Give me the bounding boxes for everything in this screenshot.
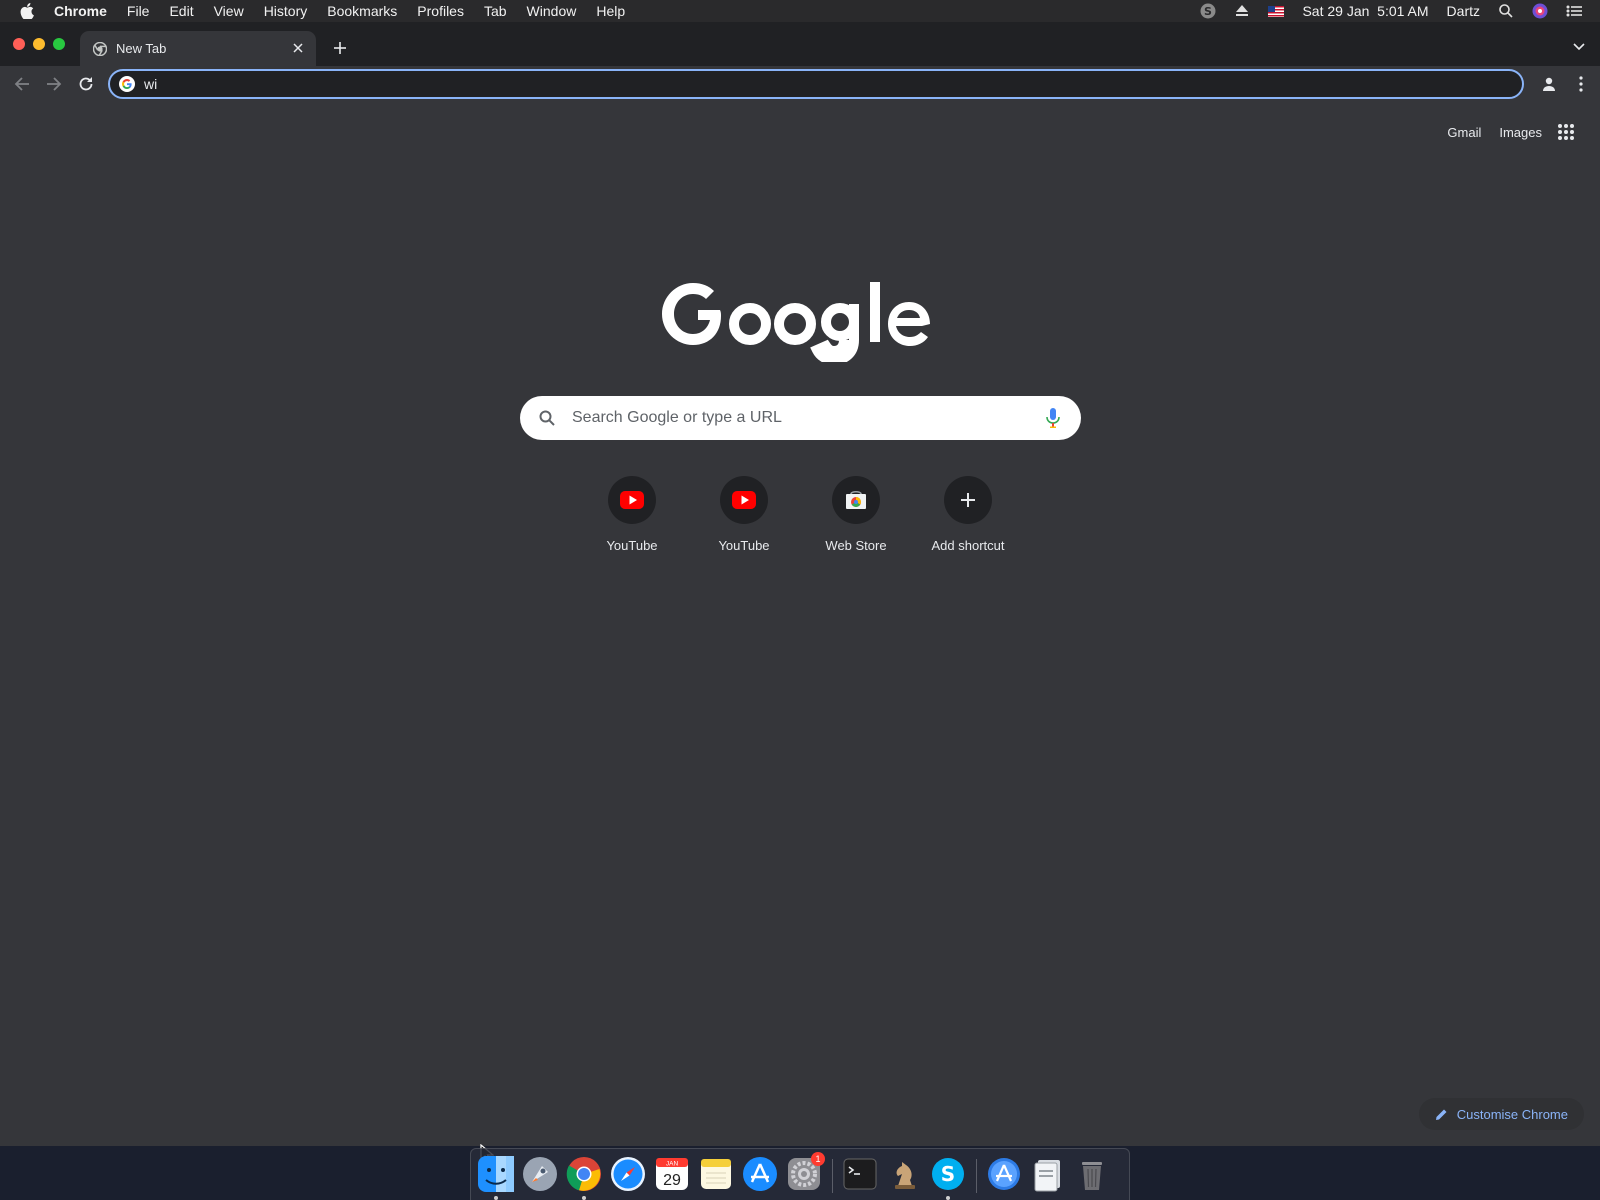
window-zoom-button[interactable] — [53, 38, 65, 50]
forward-arrow-icon[interactable] — [43, 73, 65, 95]
ntp-search-input[interactable] — [572, 396, 1012, 440]
menu-file[interactable]: File — [127, 3, 150, 19]
address-bar-input[interactable] — [144, 76, 1444, 92]
macos-menu-bar: Chrome File Edit View History Bookmarks … — [0, 0, 1600, 22]
window-close-button[interactable] — [13, 38, 25, 50]
chrome-running-dot — [582, 1196, 586, 1200]
browser-toolbar — [0, 66, 1600, 102]
shortcut-tile-web-store[interactable]: Web Store — [800, 462, 912, 562]
profile-avatar-icon[interactable] — [1538, 73, 1560, 95]
us-flag-input-icon[interactable] — [1268, 3, 1285, 19]
search-icon — [538, 409, 556, 427]
plus-icon — [944, 476, 992, 524]
launchpad-icon[interactable] — [521, 1154, 559, 1194]
siri-icon[interactable] — [1532, 3, 1548, 19]
trash-icon[interactable] — [1073, 1154, 1111, 1194]
reload-icon[interactable] — [75, 73, 97, 95]
google-logo — [662, 282, 930, 362]
tab-search-chevron-down-icon[interactable] — [1570, 38, 1588, 56]
back-arrow-icon[interactable] — [11, 73, 33, 95]
tab-new-tab[interactable]: New Tab — [80, 31, 316, 66]
menu-edit[interactable]: Edit — [169, 3, 193, 19]
shortcut-tile-add-shortcut[interactable]: Add shortcut — [912, 462, 1024, 562]
skype-icon[interactable]: S — [929, 1154, 967, 1194]
microphone-icon[interactable] — [1043, 407, 1063, 429]
shortcut-tile-youtube-2[interactable]: YouTube — [688, 462, 800, 562]
ntp-top-links: Gmail Images — [1429, 125, 1542, 140]
images-link[interactable]: Images — [1499, 125, 1542, 140]
customise-chrome-label: Customise Chrome — [1456, 1106, 1568, 1122]
svg-text:S: S — [941, 1162, 955, 1186]
shortcut-label: Add shortcut — [931, 538, 1005, 553]
dock-separator — [832, 1159, 833, 1193]
youtube-icon — [608, 476, 656, 524]
spotlight-search-icon[interactable] — [1498, 3, 1514, 19]
documents-stack-icon[interactable] — [1029, 1154, 1067, 1194]
new-tab-page: Gmail Images Search Google or type a URL… — [0, 102, 1600, 1164]
system-preferences-icon[interactable]: 1 — [785, 1152, 825, 1194]
macos-dock: JAN 29 1 S — [470, 1148, 1130, 1200]
terminal-icon[interactable] — [841, 1154, 879, 1194]
control-center-icon[interactable] — [1566, 3, 1582, 19]
app-store-icon[interactable] — [741, 1154, 779, 1194]
more-options-vertical-dots-icon[interactable] — [1570, 73, 1592, 95]
gmail-link[interactable]: Gmail — [1447, 125, 1481, 140]
menu-profiles[interactable]: Profiles — [417, 3, 464, 19]
menu-bookmarks[interactable]: Bookmarks — [327, 3, 397, 19]
menu-view[interactable]: View — [214, 3, 244, 19]
safari-icon[interactable] — [609, 1154, 647, 1194]
chrome-favicon-icon — [92, 41, 108, 57]
finder-running-dot — [494, 1196, 498, 1200]
skype-status-icon[interactable]: S — [1200, 3, 1216, 19]
system-preferences-badge: 1 — [811, 1152, 825, 1166]
finder-icon[interactable] — [477, 1154, 515, 1194]
web-store-icon — [832, 476, 880, 524]
tab-title: New Tab — [116, 41, 167, 56]
shortcut-label: YouTube — [718, 538, 770, 553]
menu-tab[interactable]: Tab — [484, 3, 507, 19]
menu-bar-status-area: S Sat 29 Jan 5:01 AM Dartz — [1200, 0, 1600, 22]
customise-chrome-button[interactable]: Customise Chrome — [1418, 1098, 1584, 1130]
menu-help[interactable]: Help — [596, 3, 625, 19]
notes-icon[interactable] — [697, 1154, 735, 1194]
applications-folder-icon[interactable] — [985, 1154, 1023, 1194]
google-g-icon — [118, 75, 136, 93]
skype-running-dot — [946, 1196, 950, 1200]
tab-strip: New Tab — [0, 22, 1600, 66]
svg-text:S: S — [1204, 5, 1212, 18]
apple-icon[interactable] — [18, 2, 36, 20]
calendar-day-label: 29 — [663, 1172, 681, 1189]
calendar-month-label: JAN — [666, 1161, 679, 1168]
eject-icon[interactable] — [1234, 3, 1250, 19]
tab-close-icon[interactable] — [290, 40, 306, 56]
dock-separator — [976, 1159, 977, 1193]
new-tab-plus-icon[interactable] — [330, 38, 350, 58]
menu-app-name[interactable]: Chrome — [54, 3, 107, 19]
youtube-icon — [720, 476, 768, 524]
calendar-icon[interactable]: JAN 29 — [653, 1154, 691, 1194]
ntp-search-box[interactable] — [520, 396, 1081, 440]
address-bar[interactable] — [108, 69, 1524, 99]
shortcut-label: YouTube — [606, 538, 658, 553]
chess-icon[interactable] — [885, 1154, 923, 1194]
menu-bar-user[interactable]: Dartz — [1447, 3, 1480, 19]
menu-bar-datetime[interactable]: Sat 29 Jan 5:01 AM — [1302, 3, 1428, 19]
menu-history[interactable]: History — [264, 3, 308, 19]
pencil-icon — [1435, 1107, 1449, 1121]
shortcut-tiles: YouTube YouTube Web Store Add shortcut — [576, 462, 1024, 562]
shortcut-tile-youtube-1[interactable]: YouTube — [576, 462, 688, 562]
window-minimize-button[interactable] — [33, 38, 45, 50]
google-apps-grid-icon[interactable] — [1556, 122, 1576, 142]
menu-window[interactable]: Window — [527, 3, 577, 19]
chrome-icon[interactable] — [565, 1154, 603, 1194]
shortcut-label: Web Store — [825, 538, 887, 553]
